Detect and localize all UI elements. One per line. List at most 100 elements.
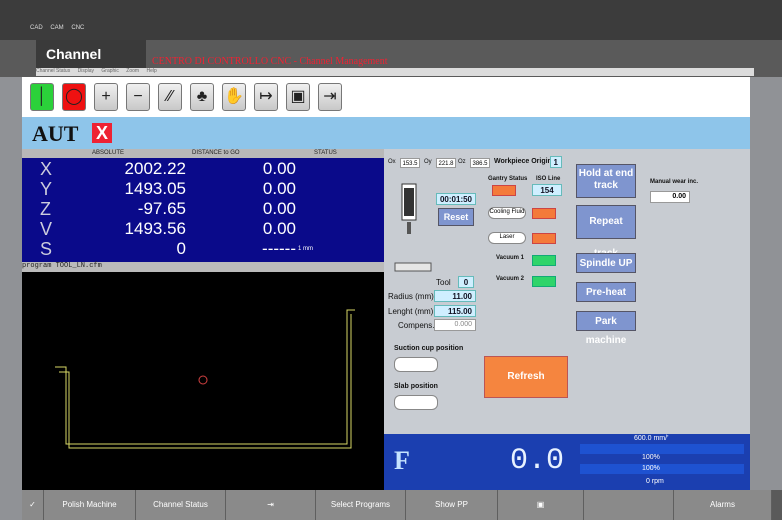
gantry-status-label: Gantry Status [488,176,528,182]
menubar: Channel Status Display Graphic Zoom Help [36,68,754,76]
workpiece-icon [394,262,432,272]
page-title: Channel Monitor [36,40,146,90]
spindle-override-bar[interactable] [580,464,744,474]
park-machine-button[interactable]: Park machine [576,311,636,346]
laser-button[interactable]: Laser [488,232,526,244]
axis-label: Z [40,199,51,219]
softkey-empty[interactable] [584,490,674,520]
feed-bar: F 0.0 600.0 mm/' 100% 100% 0 rpm [384,434,750,490]
axis-table: ABSOLUTE DISTANCE to GO STATUS X 2002.22… [22,149,384,262]
axis-absolute: 2002.22 [124,159,186,178]
cooling-fluid-button[interactable]: Cooling Fluid [488,207,526,219]
softkey-channel-status[interactable]: Channel Status [136,490,226,520]
feed-label: F [394,446,410,475]
spindle-override-fill [580,464,744,474]
hatch-button[interactable]: ⁄⁄ [158,83,182,111]
axis-absolute: -97.65 [137,199,186,218]
right-strip [750,77,782,490]
menu-help[interactable]: Help [146,68,156,74]
spindle-up-button[interactable]: Spindle UP [576,253,636,273]
axis-absolute: 0 [176,239,186,258]
tool-button[interactable]: ♣ [190,83,214,111]
axis-absolute: 1493.56 [124,219,186,238]
softkey-back[interactable]: ✓ [22,490,44,520]
axis-label: X [40,159,53,179]
menu-display[interactable]: Display [78,68,94,74]
axis-distance: 0.00 [262,199,296,218]
radius-value: 11.00 [434,290,476,302]
tab-cam[interactable]: CAM [50,25,63,31]
iso-line-label: ISO Line [536,176,561,182]
subtitle: CENTRO DI CONTROLLO CNC - Channel Manage… [152,56,388,67]
toolpath-svg [55,309,355,449]
repeat-track-button[interactable]: Repeat track [576,205,636,259]
menu-graphic[interactable]: Graphic [101,68,119,74]
mode-label: AUT [32,121,79,146]
mode-tabs: CAD CAM CNC [30,25,90,31]
file-button[interactable]: ▣ [286,83,310,111]
feed-rate-readout: 600.0 mm/' [634,435,669,442]
feed-value: 0.0 [509,444,564,478]
start-button[interactable]: │ [30,83,54,111]
manual-wear-input[interactable]: 0.00 [650,191,690,203]
axis-label: S [40,239,53,259]
tab-cad[interactable]: CAD [30,25,43,31]
softkey-alarms[interactable]: Alarms [674,490,772,520]
oz-value: 386.5 [470,158,490,168]
softkey-show-pp[interactable]: Show PP [406,490,498,520]
vacuum2-label: Vacuum 2 [496,276,525,282]
softkey-polish-machine[interactable]: Polish Machine [44,490,136,520]
axis-row: Y 1493.05 0.00 [22,179,384,199]
header-status: STATUS [314,150,337,156]
softkey-select-programs[interactable]: Select Programs [316,490,406,520]
hold-at-end-track-button[interactable]: Hold at end track [576,164,636,198]
minus-button[interactable]: − [126,83,150,111]
ox-label: Ox [388,159,396,165]
oy-value: 221.8 [436,158,456,168]
header-absolute: ABSOLUTE [92,150,125,156]
manual-wear-label: Manual wear inc. [650,179,699,185]
next-button[interactable]: ⇥ [318,83,342,111]
refresh-button[interactable]: Refresh [484,356,568,398]
tab-cnc[interactable]: CNC [71,25,84,31]
compens-value: 0.000 [434,319,476,331]
slab-position-button[interactable] [394,395,438,410]
tool-label: Tool [436,278,451,287]
spindle-rpm-readout: 0 rpm [646,478,664,485]
preheat-button[interactable]: Pre-heat [576,282,636,302]
spindle-override-percent: 100% [642,465,660,472]
menu-channel-status[interactable]: Channel Status [36,68,70,74]
touch-button[interactable]: ↦ [254,83,278,111]
mode-close-icon[interactable]: X [92,123,112,143]
toolpath-graphic[interactable] [22,272,384,490]
oz-label: Oz [458,159,466,165]
softkey-icon[interactable]: ⇥ [226,490,316,520]
reset-button[interactable]: Reset [438,208,474,226]
menu-zoom[interactable]: Zoom [126,68,139,74]
length-label: Lenght (mm) [388,307,434,316]
axis-absolute: 1493.05 [124,179,186,198]
feed-override-bar[interactable] [580,444,744,454]
suction-cup-label: Suction cup position [394,345,464,352]
vacuum1-indicator [532,255,556,266]
feed-override-percent: 100% [642,454,660,461]
tool-position-icon [198,375,208,385]
stop-button[interactable]: ◯ [62,83,86,111]
header-distance: DISTANCE to GO [192,150,240,156]
workpiece-origin-value: 1 [550,156,562,168]
hand-button[interactable]: ✋ [222,83,246,111]
slab-position-label: Slab position [394,383,438,390]
iso-line-value: 154 [532,184,562,196]
length-value: 115.00 [434,305,476,317]
axis-distance: 0.00 [262,179,296,198]
cycle-timer: 00:01:50 [436,193,476,205]
softkey-image[interactable]: ▣ [498,490,584,520]
toolbar: │ ◯ + − ⁄⁄ ♣ ✋ ↦ ▣ ⇥ [22,77,750,118]
feed-override-fill [580,444,744,454]
mode-bar: AUT X [22,117,750,149]
plus-button[interactable]: + [94,83,118,111]
tool-value: 0 [458,276,474,288]
left-strip [0,77,22,520]
suction-cup-button[interactable] [394,357,438,372]
axis-label: Y [40,179,53,199]
